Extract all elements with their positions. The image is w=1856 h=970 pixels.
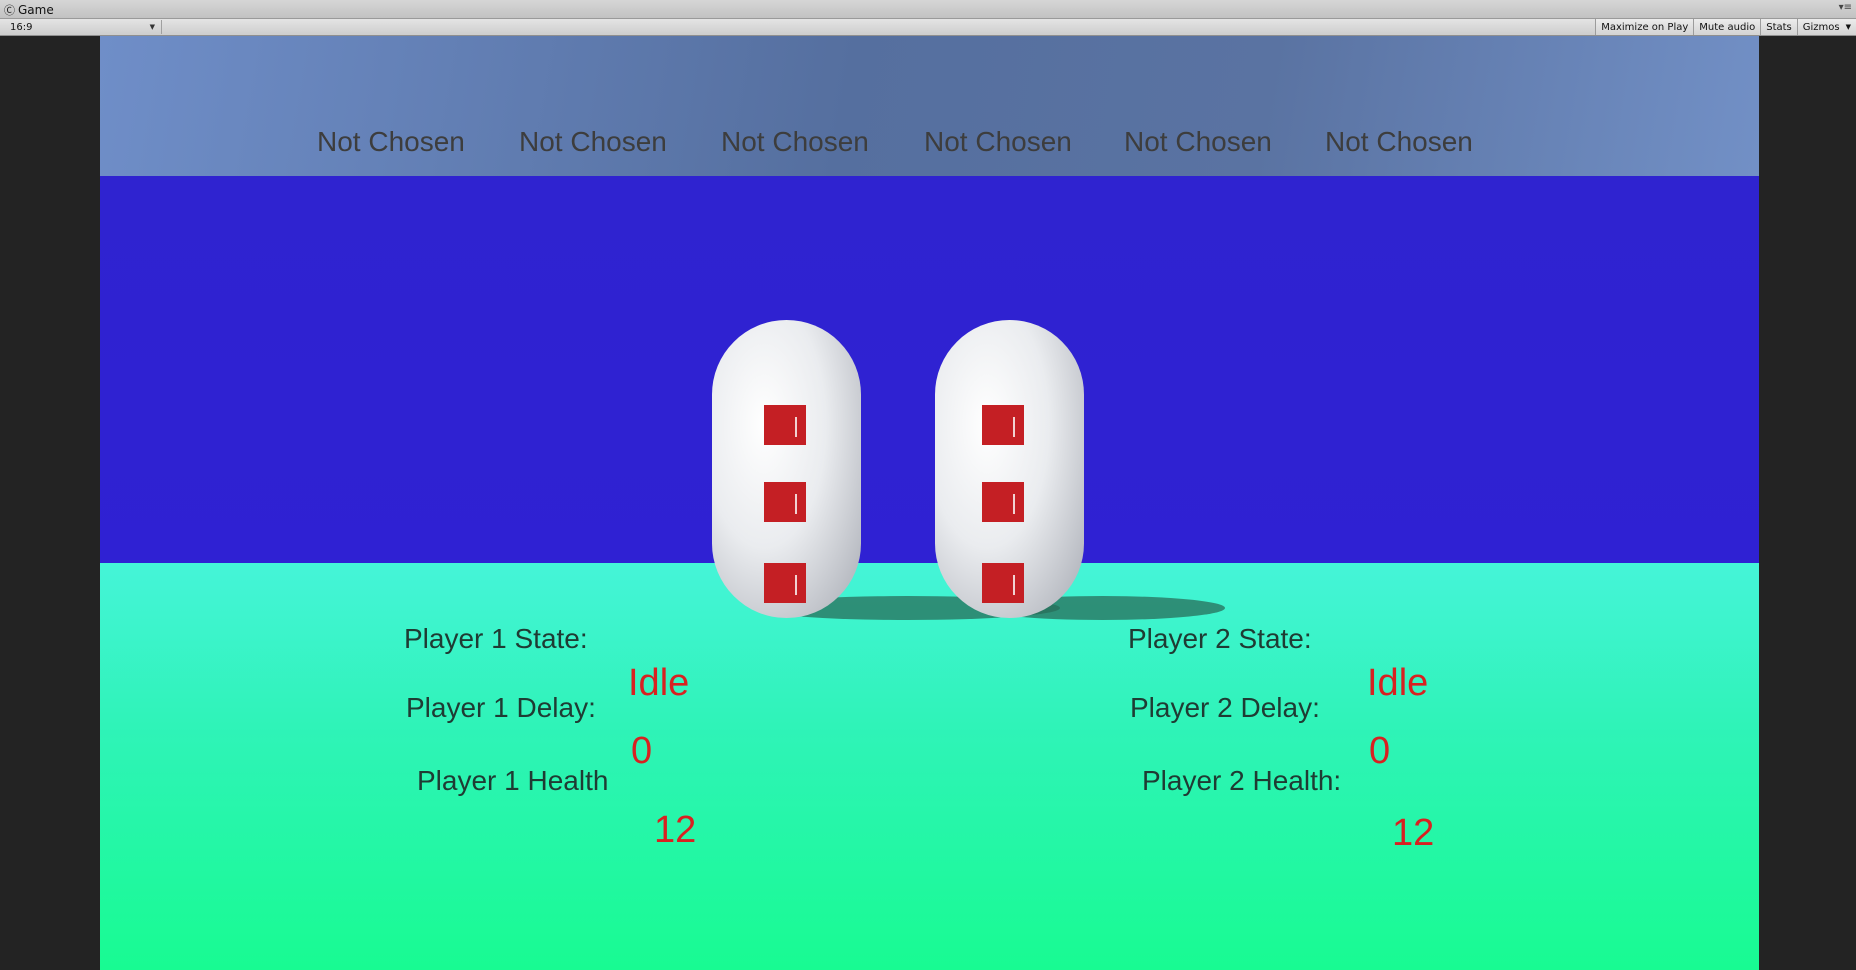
choice-slot-4: Not Chosen	[924, 126, 1072, 157]
mute-audio-button[interactable]: Mute audio	[1693, 19, 1761, 35]
player-2-delay-label: Player 2 Delay:	[1130, 692, 1320, 723]
player-1-delay-value: 0	[631, 730, 653, 772]
toolbar-right-buttons: Maximize on Play Mute audio Stats Gizmos…	[1595, 19, 1856, 35]
game-tab[interactable]: Ⓒ Game	[4, 2, 54, 18]
player-1-marker-top	[764, 405, 806, 445]
player-2-marker-middle	[982, 482, 1024, 522]
player-2-marker-bottom	[982, 563, 1024, 603]
pane-menu-icon[interactable]: ▾≡	[1839, 2, 1852, 13]
player-1-health-value: 12	[654, 809, 697, 851]
player-2-health-label: Player 2 Health:	[1142, 765, 1342, 796]
gizmos-button[interactable]: Gizmos ▼	[1796, 19, 1856, 35]
gizmos-label: Gizmos	[1802, 21, 1840, 33]
choice-banner: Not Chosen Not Chosen Not Chosen Not Cho…	[100, 36, 1759, 176]
choice-slot-2: Not Chosen	[519, 126, 667, 157]
choice-slots: Not Chosen Not Chosen Not Chosen Not Cho…	[100, 126, 1759, 166]
game-toolbar: 16:9 ▼ Maximize on Play Mute audio Stats…	[0, 19, 1856, 36]
player-2-state-value: Idle	[1367, 662, 1429, 704]
game-controller-icon: Ⓒ	[4, 4, 15, 17]
player-2-health-value: 12	[1392, 812, 1435, 854]
choice-slot-6: Not Chosen	[1325, 126, 1473, 157]
aspect-ratio-dropdown[interactable]: 16:9 ▼	[2, 20, 162, 34]
player-1-state-value: Idle	[628, 662, 690, 704]
dropdown-arrow-icon: ▼	[149, 23, 155, 31]
player-1-delay-label: Player 1 Delay:	[406, 692, 596, 723]
gizmos-dropdown-icon: ▼	[1845, 23, 1851, 31]
maximize-on-play-button[interactable]: Maximize on Play	[1595, 19, 1694, 35]
player-1-capsule	[712, 320, 861, 618]
player-2-capsule	[935, 320, 1084, 618]
choice-slot-5: Not Chosen	[1124, 126, 1272, 157]
aspect-ratio-value: 16:9	[10, 21, 33, 33]
ground-plane	[100, 563, 1759, 970]
player-2-marker-top	[982, 405, 1024, 445]
stats-button[interactable]: Stats	[1760, 19, 1797, 35]
player-1-health-label: Player 1 Health	[417, 765, 609, 796]
player-2-delay-value: 0	[1369, 730, 1391, 772]
choice-slot-1: Not Chosen	[317, 126, 465, 157]
player-1-marker-bottom	[764, 563, 806, 603]
player-1-marker-middle	[764, 482, 806, 522]
game-tab-label: Game	[18, 3, 54, 17]
player-2-state-label: Player 2 State:	[1128, 623, 1312, 654]
game-viewport[interactable]: Not Chosen Not Chosen Not Chosen Not Cho…	[100, 36, 1759, 970]
editor-tab-bar: Ⓒ Game ▾≡	[0, 0, 1856, 19]
player-1-state-label: Player 1 State:	[404, 623, 588, 654]
choice-slot-3: Not Chosen	[721, 126, 869, 157]
